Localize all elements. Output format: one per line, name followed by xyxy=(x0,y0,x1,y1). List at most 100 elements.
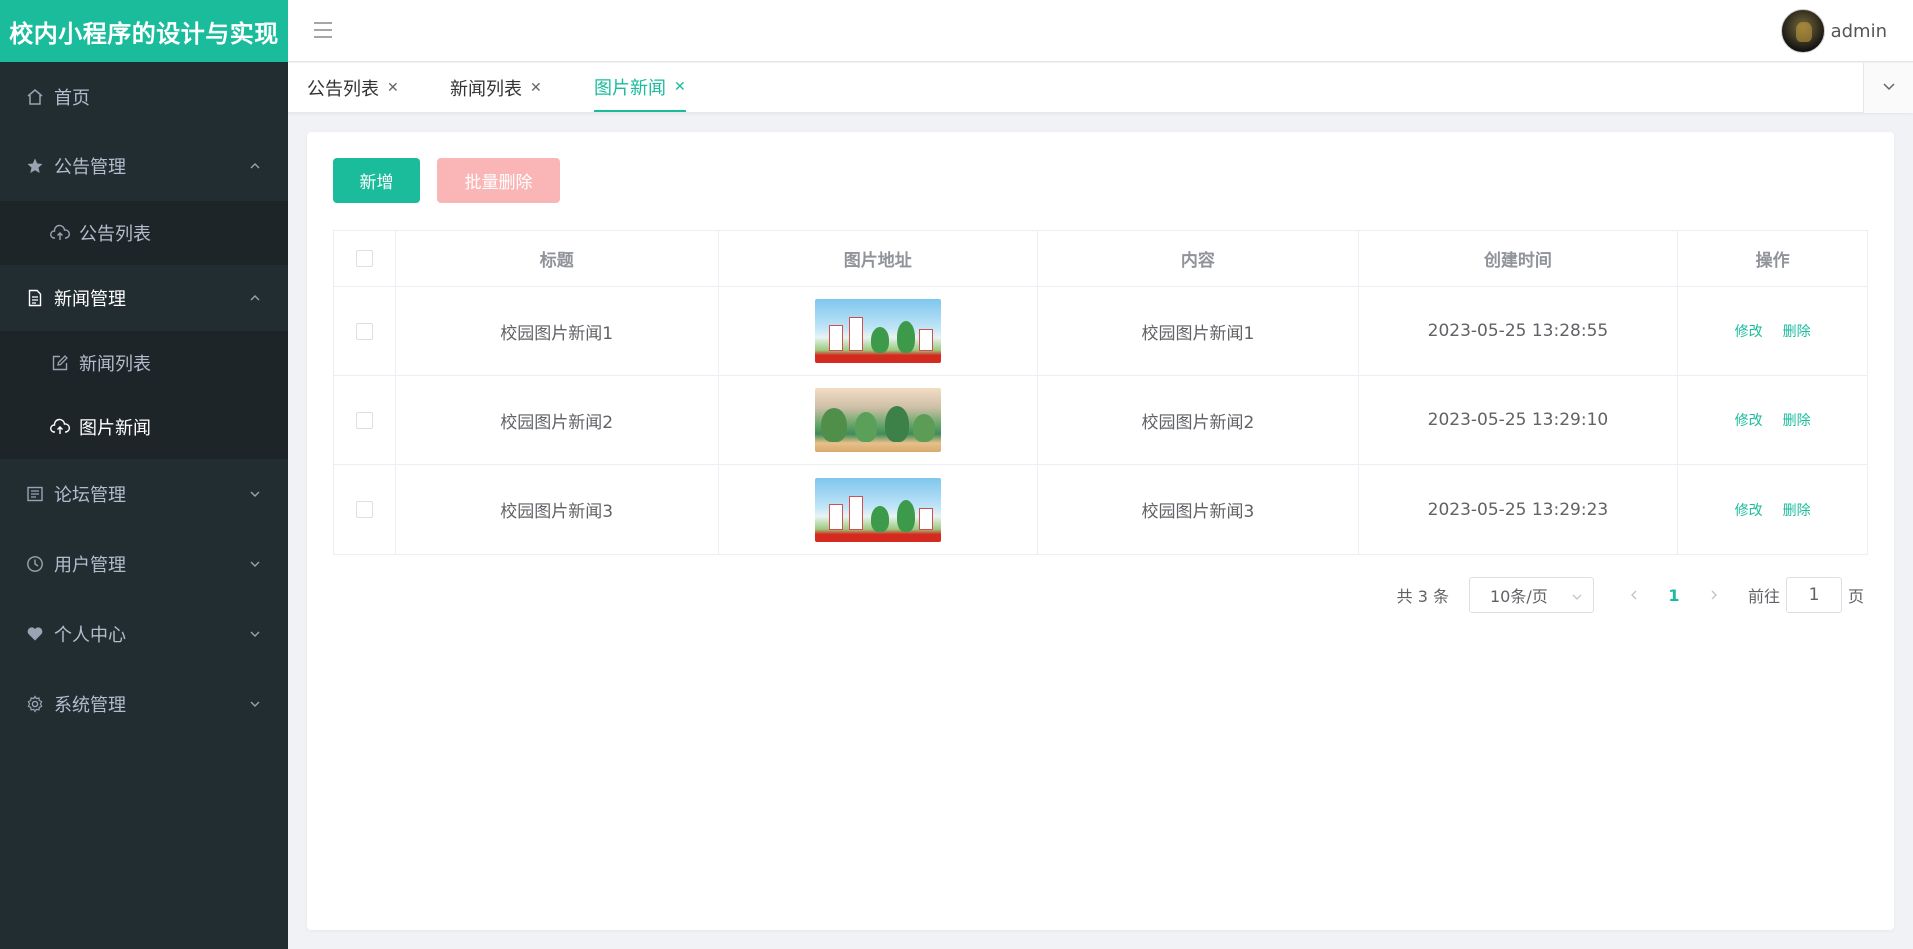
gear-icon xyxy=(24,693,46,715)
edit-icon xyxy=(49,352,71,374)
select-all-cell xyxy=(334,231,396,286)
tab-picture-news[interactable]: 图片新闻 ✕ xyxy=(594,63,686,112)
content-card: 新增 批量删除 标题 图片地址 内容 创建时间 操作 校园图片新闻1 校园图片新… xyxy=(307,132,1894,930)
submenu-notice: 公告列表 xyxy=(0,201,288,265)
user-menu[interactable]: admin xyxy=(1780,9,1887,53)
chevron-down-icon xyxy=(1881,78,1897,99)
app-title: 校内小程序的设计与实现 xyxy=(0,0,288,62)
sidebar-item-label: 个人中心 xyxy=(54,625,126,646)
close-icon[interactable]: ✕ xyxy=(530,80,542,96)
delete-button[interactable]: 删除 xyxy=(1783,321,1811,341)
page-number-current[interactable]: 1 xyxy=(1652,577,1696,613)
menu-toggle-icon[interactable] xyxy=(313,21,333,39)
tabs-dropdown-button[interactable] xyxy=(1863,63,1913,113)
sidebar-item-label: 公告列表 xyxy=(79,224,151,245)
row-select-cell xyxy=(334,465,396,554)
column-header-title: 标题 xyxy=(396,231,719,286)
document-icon xyxy=(24,287,46,309)
row-select-cell xyxy=(334,376,396,464)
sidebar-item-news-list[interactable]: 新闻列表 xyxy=(0,331,288,395)
page-size-value: 10条/页 xyxy=(1489,587,1548,606)
row-content: 校园图片新闻3 xyxy=(1038,465,1359,554)
sidebar: 校内小程序的设计与实现 首页 公告管理 公告列表 新闻管理 新闻列表 图片新闻 … xyxy=(0,0,288,949)
news-thumbnail[interactable] xyxy=(814,388,941,452)
row-checkbox[interactable] xyxy=(355,411,373,429)
prev-page-button[interactable] xyxy=(1616,577,1652,613)
row-content: 校园图片新闻2 xyxy=(1038,376,1359,464)
select-all-checkbox[interactable] xyxy=(355,250,373,267)
column-header-image: 图片地址 xyxy=(719,231,1039,286)
home-icon xyxy=(24,86,46,108)
close-icon[interactable]: ✕ xyxy=(387,80,399,96)
news-table: 标题 图片地址 内容 创建时间 操作 校园图片新闻1 校园图片新闻1 2023-… xyxy=(333,230,1868,555)
news-thumbnail[interactable] xyxy=(814,299,941,363)
clock-icon xyxy=(24,553,46,575)
chevron-down-icon xyxy=(248,697,262,711)
row-checkbox[interactable] xyxy=(355,501,373,518)
row-checkbox[interactable] xyxy=(355,322,373,340)
goto-label: 前往 xyxy=(1747,587,1780,606)
edit-button[interactable]: 修改 xyxy=(1735,500,1763,520)
page-size-select[interactable]: 10条/页 xyxy=(1468,577,1594,613)
row-content: 校园图片新闻1 xyxy=(1038,287,1359,375)
submenu-news: 新闻列表 图片新闻 xyxy=(0,331,288,459)
close-icon[interactable]: ✕ xyxy=(674,79,686,95)
batch-delete-button[interactable]: 批量删除 xyxy=(437,158,560,203)
edit-button[interactable]: 修改 xyxy=(1735,410,1763,430)
chevron-down-icon xyxy=(248,557,262,571)
star-icon xyxy=(24,155,46,177)
table-row: 校园图片新闻3 校园图片新闻3 2023-05-25 13:29:23 修改 删… xyxy=(334,465,1867,554)
edit-button[interactable]: 修改 xyxy=(1735,321,1763,341)
column-header-content: 内容 xyxy=(1038,231,1359,286)
heart-icon xyxy=(24,623,46,645)
sidebar-item-label: 用户管理 xyxy=(54,555,126,576)
sidebar-item-label: 新闻列表 xyxy=(79,354,151,375)
tab-label: 图片新闻 xyxy=(594,77,666,99)
row-title: 校园图片新闻3 xyxy=(396,465,719,554)
sidebar-item-user-management[interactable]: 用户管理 xyxy=(0,529,288,599)
row-title: 校园图片新闻1 xyxy=(396,287,719,375)
row-image-cell xyxy=(719,287,1039,375)
tab-label: 新闻列表 xyxy=(450,79,522,100)
tabs-bar: 公告列表 ✕ 新闻列表 ✕ 图片新闻 ✕ xyxy=(288,63,1913,113)
top-header: admin xyxy=(288,0,1913,62)
cloud-upload-icon xyxy=(49,222,71,244)
row-actions: 修改 删除 xyxy=(1678,287,1867,375)
table-row: 校园图片新闻1 校园图片新闻1 2023-05-25 13:28:55 修改 删… xyxy=(334,287,1867,376)
cloud-upload-icon xyxy=(49,416,71,438)
delete-button[interactable]: 删除 xyxy=(1783,500,1811,520)
sidebar-item-home[interactable]: 首页 xyxy=(0,62,288,131)
goto-page-input[interactable]: 1 xyxy=(1785,577,1842,613)
sidebar-item-news-management[interactable]: 新闻管理 xyxy=(0,265,288,331)
sidebar-item-label: 论坛管理 xyxy=(54,485,126,506)
sidebar-item-personal-center[interactable]: 个人中心 xyxy=(0,599,288,669)
tab-news-list[interactable]: 新闻列表 ✕ xyxy=(450,63,542,113)
next-page-button[interactable] xyxy=(1696,577,1732,613)
pagination: 共 3 条 10条/页 1 前往 1 页 xyxy=(1397,577,1864,613)
sidebar-item-label: 图片新闻 xyxy=(79,418,151,439)
sidebar-item-label: 系统管理 xyxy=(54,695,126,716)
row-image-cell xyxy=(719,465,1039,554)
news-thumbnail[interactable] xyxy=(814,477,941,542)
picture-icon xyxy=(24,483,46,505)
total-count: 共 3 条 xyxy=(1396,587,1449,606)
tab-label: 公告列表 xyxy=(307,79,379,100)
sidebar-item-notice-management[interactable]: 公告管理 xyxy=(0,131,288,201)
avatar[interactable] xyxy=(1780,9,1825,53)
row-actions: 修改 删除 xyxy=(1678,376,1867,464)
row-created: 2023-05-25 13:29:10 xyxy=(1359,376,1679,464)
sidebar-item-notice-list[interactable]: 公告列表 xyxy=(0,201,288,265)
row-created: 2023-05-25 13:29:23 xyxy=(1359,465,1679,554)
add-button[interactable]: 新增 xyxy=(333,158,420,203)
chevron-down-icon xyxy=(248,487,262,501)
chevron-left-icon xyxy=(1630,590,1637,600)
row-created: 2023-05-25 13:28:55 xyxy=(1359,287,1679,375)
sidebar-item-label: 公告管理 xyxy=(54,157,126,178)
sidebar-item-forum-management[interactable]: 论坛管理 xyxy=(0,459,288,529)
row-title: 校园图片新闻2 xyxy=(396,376,719,464)
sidebar-item-system-management[interactable]: 系统管理 xyxy=(0,669,288,739)
tab-notice-list[interactable]: 公告列表 ✕ xyxy=(307,63,399,113)
sidebar-item-picture-news[interactable]: 图片新闻 xyxy=(0,395,288,459)
page-suffix: 页 xyxy=(1847,587,1864,606)
delete-button[interactable]: 删除 xyxy=(1783,410,1811,430)
